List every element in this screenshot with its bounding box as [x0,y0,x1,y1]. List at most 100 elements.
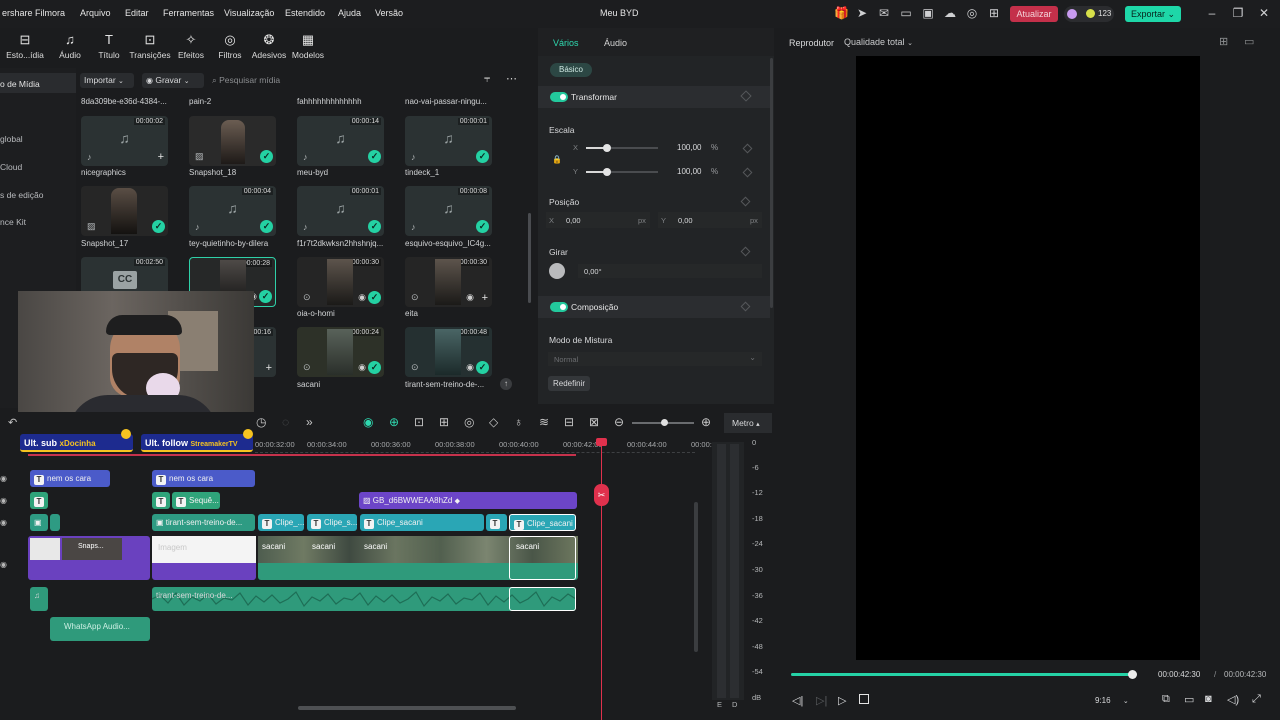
sidebar-item-media[interactable]: o de Mídia [0,79,40,89]
tool-effects[interactable]: ✧ Efeitos [169,32,213,60]
export-button[interactable]: Exportar ⌄ [1125,6,1181,22]
tool-title[interactable]: T Título [87,32,131,60]
mail-icon[interactable]: ✉ [877,6,891,20]
keyframe-icon[interactable] [740,246,751,257]
scale-x-value[interactable]: 100,00 [677,143,701,152]
tool-stickers[interactable]: ❂ Adesivos [247,32,291,60]
tool-audio[interactable]: ♫ Áudio [48,32,92,60]
menu-estendido[interactable]: Estendido [285,8,325,18]
work-area-bar[interactable] [28,454,576,456]
eye-icon[interactable]: ◉ [0,474,7,483]
media-thumb-oia-o-homi[interactable]: 00:00:30 ⊙ ◉ ✓ [297,257,384,307]
pos-y-value[interactable]: 0,00 [678,216,693,225]
play-icon[interactable]: ▷ [838,694,846,707]
video-clip-small[interactable] [50,514,60,531]
zoom-in-icon[interactable]: ⊕ [701,415,711,429]
sidebar-item-edits[interactable]: s de edição [0,190,43,200]
media-thumb-tindeck[interactable]: 00:00:01 ♫ ♪ ✓ [405,116,492,166]
tool-templates[interactable]: ▦ Modelos [286,32,330,60]
add-icon[interactable]: + [158,151,164,163]
sidebar-item-cloud[interactable]: Cloud [0,162,22,172]
more-tools-icon[interactable]: » [306,415,313,429]
menu-visualizacao[interactable]: Visualização [224,8,274,18]
save-icon[interactable]: ▣ [921,6,935,20]
sidebar-item-global[interactable]: global [0,134,23,144]
eye-icon[interactable]: ◉ [0,496,7,505]
media-thumb-sacani[interactable]: 00:00:24 ⊙ ◉ ✓ [297,327,384,377]
timeline-vscroll[interactable] [694,502,698,652]
import-dropdown[interactable]: Importar ⌄ [80,73,134,88]
grid-icon[interactable]: ⊞ [987,6,1001,20]
position-x-field[interactable]: X 0,00 px [546,212,650,228]
scale-x-slider[interactable] [586,144,658,152]
media-thumb-tirant[interactable]: 00:00:48 ⊙ ◉ ✓ [405,327,492,377]
audio-mixer-icon[interactable]: ⊟ [564,415,574,429]
more-options-icon[interactable]: ⋯ [506,72,517,85]
layout-icon[interactable]: ▭ [899,6,913,20]
reset-button[interactable]: Redefinir [548,376,590,391]
rotate-dial[interactable] [549,263,565,279]
rotate-field[interactable]: 0,00° [578,264,762,278]
quality-dropdown[interactable]: Qualidade total ⌄ [844,35,924,49]
playback-progress[interactable] [791,670,1137,679]
audio-clip-small[interactable]: ♫ [30,587,48,611]
meter-toggle[interactable]: Metro ▴ [724,413,772,433]
slider-handle[interactable] [603,144,611,152]
marker-icon[interactable]: ◇ [489,415,498,429]
stop-icon[interactable] [859,694,869,704]
video-clip[interactable]: T Clipe_s... [307,514,357,531]
settings-icon[interactable]: ◎ [464,415,474,429]
media-thumb-snapshot17[interactable]: ▨ ✓ [81,186,168,236]
transform-toggle[interactable] [550,92,568,102]
keyframe-icon[interactable] [742,167,753,178]
video-clip-selected[interactable]: T Clipe_sacani [509,514,576,531]
speed-icon[interactable]: ◷ [256,415,266,429]
fit-icon[interactable]: ⊠ [589,415,599,429]
keyframe-icon[interactable] [742,143,753,154]
slider-handle[interactable] [603,168,611,176]
tool-transitions[interactable]: ⊡ Transições [128,32,172,60]
record-dropdown[interactable]: ◉ Gravar ⌄ [142,73,204,88]
blend-mode-select[interactable]: Normal ⌄ [548,352,762,366]
tab-varios[interactable]: Vários [553,38,579,48]
title-clip-small[interactable]: T [152,492,170,509]
media-thumb-meu-byd[interactable]: 00:00:14 ♫ ♪ ✓ [297,116,384,166]
zoom-slider[interactable] [632,419,694,426]
keyframe-icon[interactable] [740,196,751,207]
video-clip[interactable]: T Clipe_... [258,514,304,531]
menu-editar[interactable]: Editar [125,8,149,18]
menu-arquivo[interactable]: Arquivo [80,8,111,18]
play-reverse-icon[interactable]: ▷| [816,694,827,707]
composition-toggle[interactable] [550,302,568,312]
search-bar[interactable]: ⌕ Pesquisar mídia [212,73,476,88]
camera-icon[interactable]: ◙ [1205,693,1212,705]
media-thumb-tey-quietinho[interactable]: 00:00:04 ♫ ♪ ✓ [189,186,276,236]
add-icon[interactable]: + [482,292,488,304]
gift-icon[interactable]: 🎁 [834,6,849,20]
progress-handle[interactable] [1127,670,1137,679]
add-icon[interactable]: + [266,362,272,374]
menu-ajuda[interactable]: Ajuda [338,8,361,18]
timeline-hscroll[interactable] [298,706,516,710]
title-clip-small[interactable]: T [30,492,48,509]
send-icon[interactable]: ➤ [855,6,869,20]
tool-filters[interactable]: ◎ Filtros [208,32,252,60]
selected-clip-outline[interactable] [509,536,576,580]
voiceover-icon[interactable]: ≋ [539,415,549,429]
sidebar-item-kit[interactable]: nce Kit [0,217,26,227]
minimize-icon[interactable]: – [1205,6,1219,20]
props-scrollbar[interactable] [770,58,773,308]
grid-view-icon[interactable]: ⊞ [1219,35,1228,48]
volume-icon[interactable]: ◁) [1227,693,1239,706]
fullscreen-icon[interactable]: ⤢ [1252,693,1261,706]
undo-icon[interactable]: ↶ [8,416,17,429]
video-clip[interactable]: ▣ tirant-sem-treino-de... [152,514,255,531]
scale-y-value[interactable]: 100,00 [677,167,701,176]
playhead-handle[interactable] [596,438,607,446]
media-thumb-f1r7t2[interactable]: 00:00:01 ♫ ♪ ✓ [297,186,384,236]
snapshot-view-icon[interactable]: ▭ [1244,35,1254,48]
render-icon[interactable]: ⊞ [439,415,449,429]
image-clip-main[interactable]: Imagem [152,536,256,580]
color-match-icon[interactable]: ◌ [282,415,289,429]
video-clip-small[interactable]: ▣ [30,514,48,531]
